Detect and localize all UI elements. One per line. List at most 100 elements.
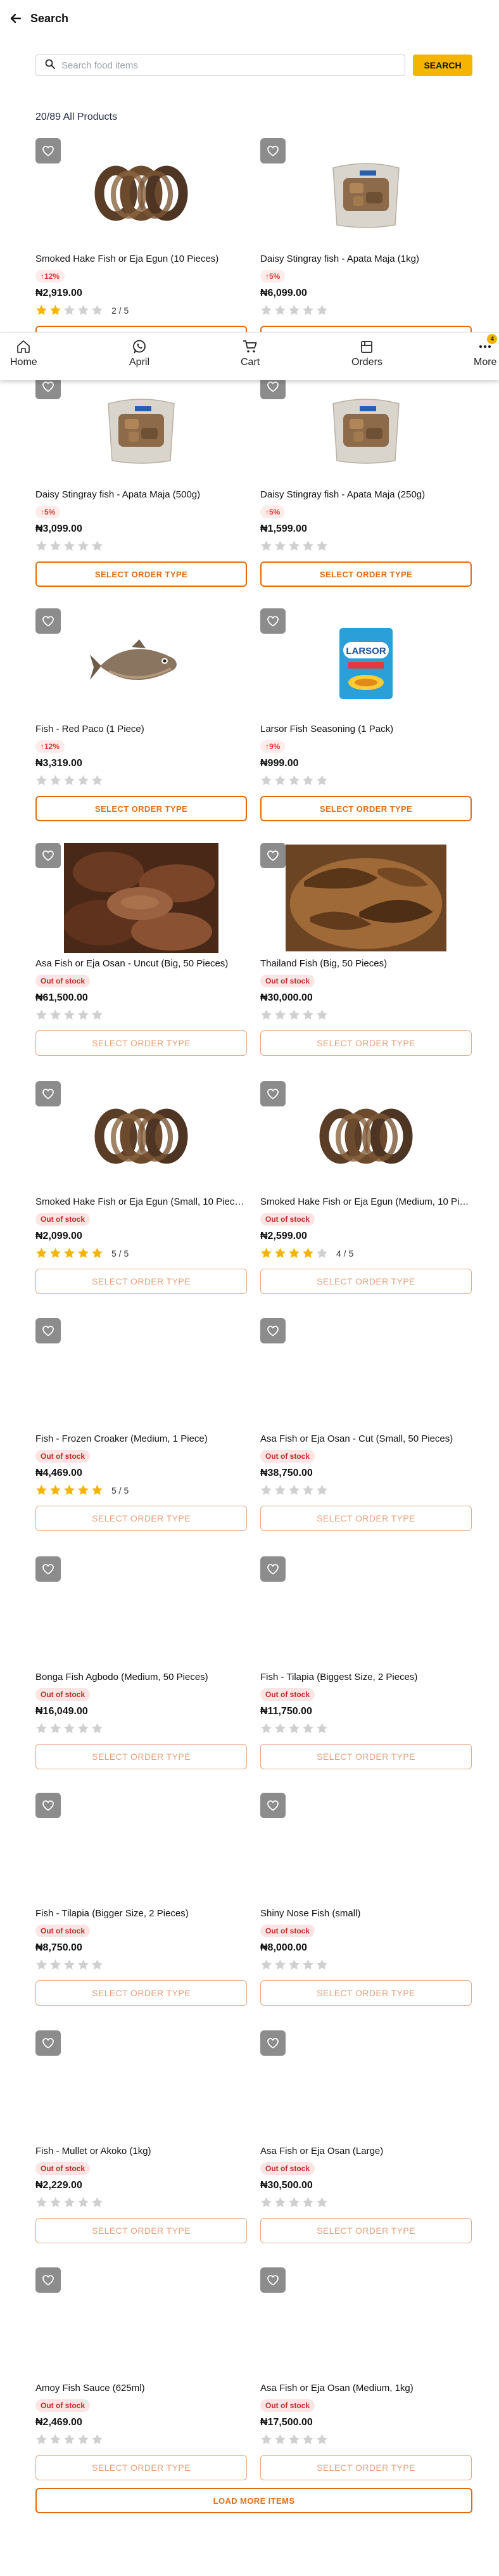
search-box[interactable] <box>35 54 405 76</box>
product-name[interactable]: Smoked Hake Fish or Eja Egun (10 Pieces) <box>35 253 247 264</box>
product-image[interactable] <box>61 1318 222 1428</box>
product-card[interactable]: Amoy Fish Sauce (625ml) Out of stock ₦2,46… <box>35 2267 247 2486</box>
product-image[interactable] <box>61 2267 222 2378</box>
select-order-type-button[interactable]: SELECT ORDER TYPE <box>35 2218 247 2243</box>
product-image[interactable] <box>61 1081 222 1191</box>
favorite-heart-icon[interactable] <box>260 2267 286 2293</box>
product-name[interactable]: Bonga Fish Agbodo (Medium, 50 Pieces) <box>35 1672 247 1682</box>
product-image[interactable] <box>286 2267 446 2378</box>
product-card[interactable]: Daisy Stingray fish - Apata Maja (250g) ↑… <box>260 374 472 593</box>
select-order-type-button[interactable]: SELECT ORDER TYPE <box>260 1506 472 1531</box>
product-card[interactable]: Fish - Mullet or Akoko (1kg) Out of stock… <box>35 2030 247 2249</box>
select-order-type-button[interactable]: SELECT ORDER TYPE <box>35 1980 247 2006</box>
nav-item-orders[interactable]: Orders <box>351 339 382 368</box>
product-image[interactable] <box>286 1556 446 1667</box>
select-order-type-button[interactable]: SELECT ORDER TYPE <box>35 1744 247 1769</box>
product-card[interactable]: Asa Fish or Eja Osan - Cut (Small, 50 Pi… <box>260 1318 472 1537</box>
product-card[interactable]: Bonga Fish Agbodo (Medium, 50 Pieces) Out… <box>35 1556 247 1775</box>
favorite-heart-icon[interactable] <box>35 1318 61 1343</box>
select-order-type-button[interactable]: SELECT ORDER TYPE <box>260 796 472 821</box>
select-order-type-button[interactable]: SELECT ORDER TYPE <box>35 1506 247 1531</box>
product-name[interactable]: Smoked Hake Fish or Eja Egun (Medium, 10… <box>260 1196 472 1207</box>
product-image[interactable] <box>286 2030 446 2141</box>
favorite-heart-icon[interactable] <box>35 2030 61 2056</box>
select-order-type-button[interactable]: SELECT ORDER TYPE <box>260 1030 472 1056</box>
nav-item-cart[interactable]: Cart <box>241 339 260 368</box>
nav-item-more[interactable]: 4 More <box>474 334 498 368</box>
favorite-heart-icon[interactable] <box>260 138 286 163</box>
product-image[interactable] <box>286 374 446 484</box>
product-name[interactable]: Fish - Tilapia (Bigger Size, 2 Pieces) <box>35 1908 247 1919</box>
favorite-heart-icon[interactable] <box>260 2030 286 2056</box>
product-name[interactable]: Smoked Hake Fish or Eja Egun (Small, 10 … <box>35 1196 247 1207</box>
product-image[interactable] <box>61 374 222 484</box>
select-order-type-button[interactable]: SELECT ORDER TYPE <box>35 1269 247 1294</box>
favorite-heart-icon[interactable] <box>35 608 61 634</box>
select-order-type-button[interactable]: SELECT ORDER TYPE <box>260 561 472 587</box>
product-name[interactable]: Thailand Fish (Big, 50 Pieces) <box>260 958 472 969</box>
product-card[interactable]: Fish - Red Paco (1 Piece) ↑12% ₦3,319.00 SE… <box>35 608 247 827</box>
product-name[interactable]: Fish - Red Paco (1 Piece) <box>35 724 247 734</box>
product-card[interactable]: Smoked Hake Fish or Eja Egun (Medium, 10… <box>260 1081 472 1300</box>
favorite-heart-icon[interactable] <box>35 1793 61 1818</box>
back-arrow-icon[interactable] <box>6 9 25 28</box>
favorite-heart-icon[interactable] <box>260 1793 286 1818</box>
favorite-heart-icon[interactable] <box>260 1556 286 1582</box>
select-order-type-button[interactable]: SELECT ORDER TYPE <box>260 1980 472 2006</box>
nav-item-home[interactable]: Home <box>10 339 37 368</box>
product-name[interactable]: Daisy Stingray fish - Apata Maja (1kg) <box>260 253 472 264</box>
product-name[interactable]: Asa Fish or Eja Osan (Medium, 1kg) <box>260 2383 472 2393</box>
product-image[interactable] <box>286 1081 446 1191</box>
product-image[interactable] <box>61 2030 222 2141</box>
product-name[interactable]: Daisy Stingray fish - Apata Maja (500g) <box>35 489 247 500</box>
product-image[interactable] <box>61 1793 222 1903</box>
select-order-type-button[interactable]: SELECT ORDER TYPE <box>260 1269 472 1294</box>
product-image[interactable] <box>286 1793 446 1903</box>
favorite-heart-icon[interactable] <box>35 2267 61 2293</box>
product-card[interactable]: Shiny Nose Fish (small) Out of stock ₦8,00… <box>260 1793 472 2011</box>
product-name[interactable]: Fish - Mullet or Akoko (1kg) <box>35 2146 247 2156</box>
product-name[interactable]: Asa Fish or Eja Osan (Large) <box>260 2146 472 2156</box>
product-card[interactable]: Daisy Stingray fish - Apata Maja (500g) ↑… <box>35 374 247 593</box>
product-image[interactable]: LARSOR <box>286 608 446 719</box>
product-card[interactable]: Smoked Hake Fish or Eja Egun (Small, 10 … <box>35 1081 247 1300</box>
product-name[interactable]: Asa Fish or Eja Osan - Cut (Small, 50 Pi… <box>260 1433 472 1444</box>
product-card[interactable]: Asa Fish or Eja Osan (Medium, 1kg) Out of… <box>260 2267 472 2486</box>
product-card[interactable]: Fish - Frozen Croaker (Medium, 1 Piece) O… <box>35 1318 247 1537</box>
search-button[interactable]: SEARCH <box>413 54 472 76</box>
product-name[interactable]: Asa Fish or Eja Osan - Uncut (Big, 50 Pi… <box>35 958 247 969</box>
favorite-heart-icon[interactable] <box>35 1556 61 1582</box>
favorite-heart-icon[interactable] <box>260 608 286 634</box>
select-order-type-button[interactable]: SELECT ORDER TYPE <box>35 1030 247 1056</box>
product-card[interactable]: Fish - Tilapia (Biggest Size, 2 Pieces) O… <box>260 1556 472 1775</box>
select-order-type-button[interactable]: SELECT ORDER TYPE <box>260 2455 472 2480</box>
product-name[interactable]: Larsor Fish Seasoning (1 Pack) <box>260 724 472 734</box>
product-card[interactable]: Smoked Hake Fish or Eja Egun (10 Pieces)… <box>35 138 247 357</box>
product-card[interactable]: LARSOR Larsor Fish Seasoning (1 Pack) ↑9% ₦… <box>260 608 472 827</box>
favorite-heart-icon[interactable] <box>260 1318 286 1343</box>
select-order-type-button[interactable]: SELECT ORDER TYPE <box>35 561 247 587</box>
product-name[interactable]: Amoy Fish Sauce (625ml) <box>35 2383 247 2393</box>
product-image[interactable] <box>286 1318 446 1428</box>
select-order-type-button[interactable]: SELECT ORDER TYPE <box>260 1744 472 1769</box>
select-order-type-button[interactable]: SELECT ORDER TYPE <box>260 2218 472 2243</box>
product-card[interactable]: Fish - Tilapia (Bigger Size, 2 Pieces) Ou… <box>35 1793 247 2011</box>
product-card[interactable]: Thailand Fish (Big, 50 Pieces) Out of sto… <box>260 843 472 1061</box>
product-name[interactable]: Fish - Tilapia (Biggest Size, 2 Pieces) <box>260 1672 472 1682</box>
product-image[interactable] <box>61 138 222 248</box>
product-image[interactable] <box>61 1556 222 1667</box>
load-more-button[interactable]: LOAD MORE ITEMS <box>35 2488 472 2513</box>
product-name[interactable]: Shiny Nose Fish (small) <box>260 1908 472 1919</box>
select-order-type-button[interactable]: SELECT ORDER TYPE <box>35 2455 247 2480</box>
nav-item-april[interactable]: April <box>129 339 149 368</box>
product-card[interactable]: Asa Fish or Eja Osan (Large) Out of stock… <box>260 2030 472 2249</box>
product-name[interactable]: Fish - Frozen Croaker (Medium, 1 Piece) <box>35 1433 247 1444</box>
favorite-heart-icon[interactable] <box>35 1081 61 1106</box>
favorite-heart-icon[interactable] <box>260 1081 286 1106</box>
select-order-type-button[interactable]: SELECT ORDER TYPE <box>35 796 247 821</box>
search-input[interactable] <box>61 60 405 71</box>
product-image[interactable] <box>61 608 222 719</box>
product-card[interactable]: Asa Fish or Eja Osan - Uncut (Big, 50 Pi… <box>35 843 247 1061</box>
product-image[interactable] <box>286 843 446 953</box>
product-name[interactable]: Daisy Stingray fish - Apata Maja (250g) <box>260 489 472 500</box>
